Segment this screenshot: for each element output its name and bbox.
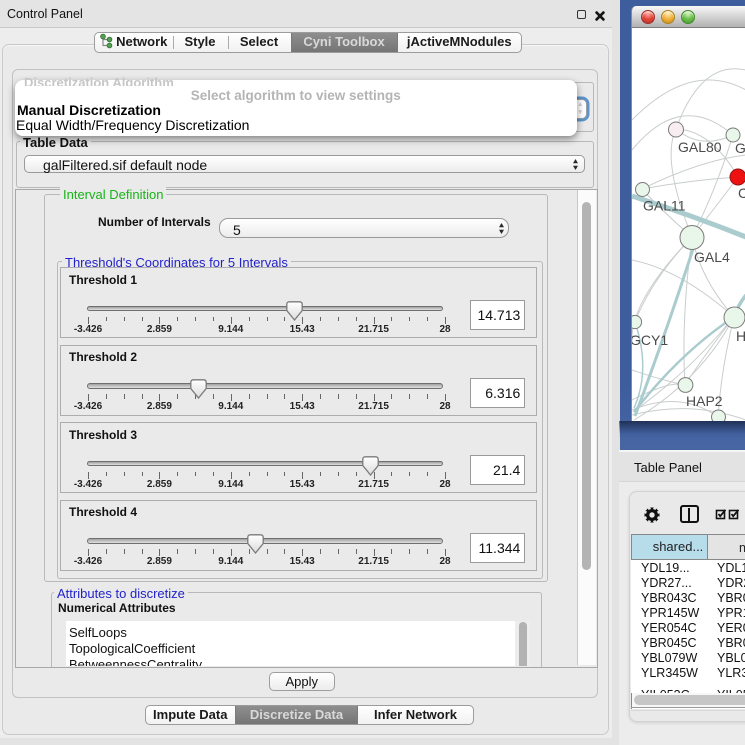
svg-text:GA: GA: [735, 140, 745, 156]
svg-text:C: C: [738, 185, 745, 201]
svg-text:GCY1: GCY1: [632, 332, 668, 348]
svg-text:GAL80: GAL80: [678, 139, 722, 155]
svg-text:HAP2: HAP2: [686, 393, 723, 409]
svg-text:H: H: [736, 328, 745, 344]
svg-text:GAL4: GAL4: [694, 249, 730, 265]
svg-text:GAL11: GAL11: [643, 198, 686, 214]
